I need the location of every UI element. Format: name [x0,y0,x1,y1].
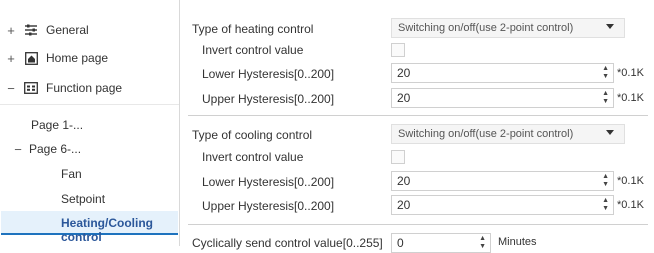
cooling-invert-checkbox[interactable] [391,150,405,164]
expand-icon[interactable]: + [4,23,18,38]
heating-lower-hysteresis-label: Lower Hysteresis[0..200] [202,67,335,81]
cooling-upper-hysteresis-input[interactable]: 20 ▲ ▼ [391,195,614,215]
heating-upper-hysteresis-label: Upper Hysteresis[0..200] [202,92,335,106]
sidebar-item-label: General [46,23,89,37]
unit-label: *0.1K [617,199,644,211]
cooling-lower-hysteresis-input[interactable]: 20 ▲ ▼ [391,171,614,191]
cooling-upper-hysteresis-label: Upper Hysteresis[0..200] [202,199,335,213]
heating-lower-hysteresis-input[interactable]: 20 ▲ ▼ [391,63,614,83]
sidebar-item-general[interactable]: + General [0,20,89,40]
heating-type-dropdown[interactable]: Switching on/off(use 2-point control) [391,18,625,38]
expand-icon[interactable]: + [4,51,18,66]
heating-invert-checkbox[interactable] [391,43,405,57]
sidebar-item-function-page[interactable]: − Function page [0,78,122,98]
sidebar-item-fan[interactable]: Fan [61,167,82,181]
cooling-lower-hysteresis-label: Lower Hysteresis[0..200] [202,175,335,189]
cooling-type-label: Type of cooling control [192,128,313,142]
spinner-arrows-icon[interactable]: ▲ ▼ [479,235,486,251]
home-icon [24,51,38,65]
unit-label: *0.1K [617,67,644,79]
dropdown-value: Switching on/off(use 2-point control) [398,128,574,140]
cyclic-send-label: Cyclically send control value[0..255] [192,236,383,250]
heating-invert-label: Invert control value [202,43,304,57]
chevron-down-icon [606,24,614,29]
sidebar-item-page-6[interactable]: − Page 6-... [0,139,81,159]
input-value: 20 [397,198,411,212]
spinner-arrows-icon[interactable]: ▲ ▼ [602,90,609,106]
cooling-invert-label: Invert control value [202,150,304,164]
section-divider [188,115,648,116]
sidebar-item-setpoint[interactable]: Setpoint [61,192,105,206]
sliders-icon [24,23,38,37]
section-divider [188,224,648,225]
unit-label: *0.1K [617,92,644,104]
sidebar: + General + Home page − Function page Pa… [0,0,180,246]
sidebar-item-page-1[interactable]: Page 1-... [31,118,83,132]
sidebar-item-label: Home page [46,51,109,65]
grid-icon [24,81,38,95]
sidebar-item-home-page[interactable]: + Home page [0,48,108,68]
input-value: 20 [397,174,411,188]
heating-upper-hysteresis-input[interactable]: 20 ▲ ▼ [391,88,614,108]
sidebar-item-heating-cooling-control[interactable]: Heating/Cooling control [61,216,179,244]
unit-label: Minutes [498,236,537,248]
chevron-down-icon [606,130,614,135]
input-value: 0 [397,236,404,250]
spinner-arrows-icon[interactable]: ▲ ▼ [602,197,609,213]
input-value: 20 [397,91,411,105]
input-value: 20 [397,66,411,80]
cooling-type-dropdown[interactable]: Switching on/off(use 2-point control) [391,124,625,144]
sidebar-item-label: Function page [46,81,123,95]
heating-type-label: Type of heating control [192,22,314,36]
cyclic-send-input[interactable]: 0 ▲ ▼ [391,233,491,253]
divider [0,104,179,105]
spinner-arrows-icon[interactable]: ▲ ▼ [602,173,609,189]
unit-label: *0.1K [617,175,644,187]
sidebar-item-label: Page 6-... [29,142,82,156]
collapse-icon[interactable]: − [4,81,18,96]
dropdown-value: Switching on/off(use 2-point control) [398,22,574,34]
spinner-arrows-icon[interactable]: ▲ ▼ [602,65,609,81]
parameter-panel: Type of heating control Switching on/off… [180,0,654,253]
collapse-icon[interactable]: − [11,142,25,157]
